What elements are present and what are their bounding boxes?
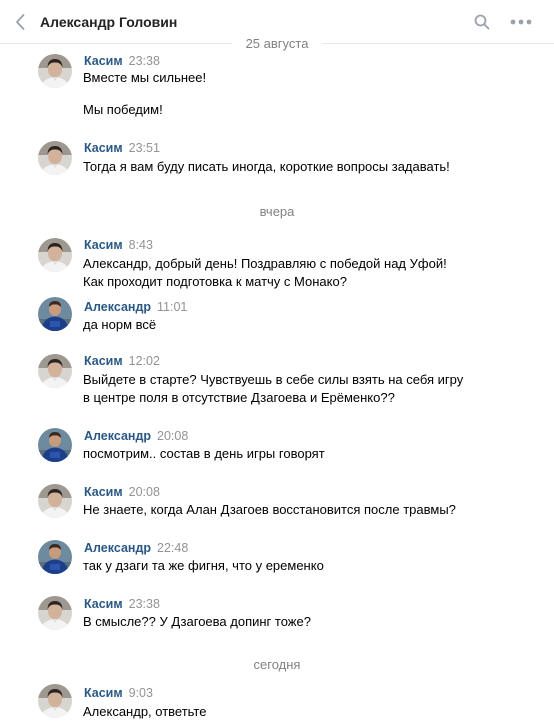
- avatar[interactable]: [38, 684, 72, 718]
- message-author[interactable]: Касим 9:03: [84, 686, 153, 700]
- message-author[interactable]: Касим 23:51: [84, 141, 160, 155]
- author-name: Касим: [84, 485, 123, 499]
- message-author[interactable]: Касим 23:38: [84, 54, 160, 68]
- message-author[interactable]: Касим 20:08: [84, 485, 160, 499]
- date-label: сегодня: [239, 657, 315, 672]
- message-time: 23:38: [128, 597, 160, 611]
- message-text: Вместе мы сильнее!: [83, 70, 207, 85]
- date-separator: вчера: [0, 204, 554, 219]
- avatar[interactable]: [38, 141, 72, 175]
- message-text: Как проходит подготовка к матчу с Монако…: [83, 274, 347, 289]
- message-text: В смысле?? У Дзагоева допинг тоже?: [83, 614, 311, 629]
- message-author[interactable]: Александр 20:08: [84, 429, 188, 443]
- message-text: Не знаете, когда Алан Дзагоев восстанови…: [83, 502, 456, 517]
- message-author[interactable]: Александр 11:01: [84, 300, 187, 314]
- page-title: Александр Головин: [40, 14, 178, 30]
- message-time: 11:01: [157, 300, 188, 314]
- message-author[interactable]: Александр 22:48: [84, 541, 188, 555]
- author-name: Касим: [84, 238, 123, 252]
- message-time: 8:43: [128, 238, 153, 252]
- message-text: Тогда я вам буду писать иногда, короткие…: [83, 159, 450, 174]
- message-time: 22:48: [157, 541, 189, 555]
- message-text: Александр, ответьте: [83, 704, 207, 719]
- date-separator: 25 августа: [0, 36, 554, 51]
- message-text: Мы победим!: [83, 102, 163, 117]
- chevron-left-icon[interactable]: [14, 13, 26, 31]
- avatar[interactable]: [38, 238, 72, 272]
- message-text: посмотрим.. состав в день игры говорят: [83, 446, 325, 461]
- message-time: 23:51: [128, 141, 160, 155]
- date-label: вчера: [245, 204, 309, 219]
- author-name: Александр: [84, 429, 152, 443]
- author-name: Касим: [84, 141, 123, 155]
- author-name: Касим: [84, 686, 123, 700]
- avatar[interactable]: [38, 484, 72, 518]
- more-icon[interactable]: [510, 19, 532, 25]
- avatar[interactable]: [38, 596, 72, 630]
- message-time: 20:08: [157, 429, 189, 443]
- message-author[interactable]: Касим 12:02: [84, 354, 160, 368]
- message-text: да норм всё: [83, 317, 157, 332]
- author-name: Александр: [84, 541, 152, 555]
- message-text: Александр, добрый день! Поздравляю с поб…: [83, 256, 447, 271]
- message-author[interactable]: Касим 23:38: [84, 597, 160, 611]
- message-author[interactable]: Касим 8:43: [84, 238, 153, 252]
- avatar[interactable]: [38, 297, 72, 331]
- message-text: в центре поля в отсутствие Дзагоева и Ер…: [83, 390, 395, 405]
- author-name: Касим: [84, 597, 123, 611]
- date-separator: сегодня: [0, 657, 554, 672]
- message-time: 23:38: [128, 54, 160, 68]
- avatar[interactable]: [38, 428, 72, 462]
- search-icon[interactable]: [474, 14, 490, 30]
- message-time: 20:08: [128, 485, 160, 499]
- author-name: Касим: [84, 54, 123, 68]
- date-label: 25 августа: [231, 36, 323, 51]
- message-time: 12:02: [128, 354, 160, 368]
- author-name: Александр: [84, 300, 152, 314]
- message-time: 9:03: [128, 686, 153, 700]
- avatar[interactable]: [38, 540, 72, 574]
- author-name: Касим: [84, 354, 123, 368]
- message-text: Выйдете в старте? Чувствуешь в себе силы…: [83, 372, 464, 387]
- avatar[interactable]: [38, 354, 72, 388]
- avatar[interactable]: [38, 54, 72, 88]
- message-text: так у дзаги та же фигня, что у еременко: [83, 558, 324, 573]
